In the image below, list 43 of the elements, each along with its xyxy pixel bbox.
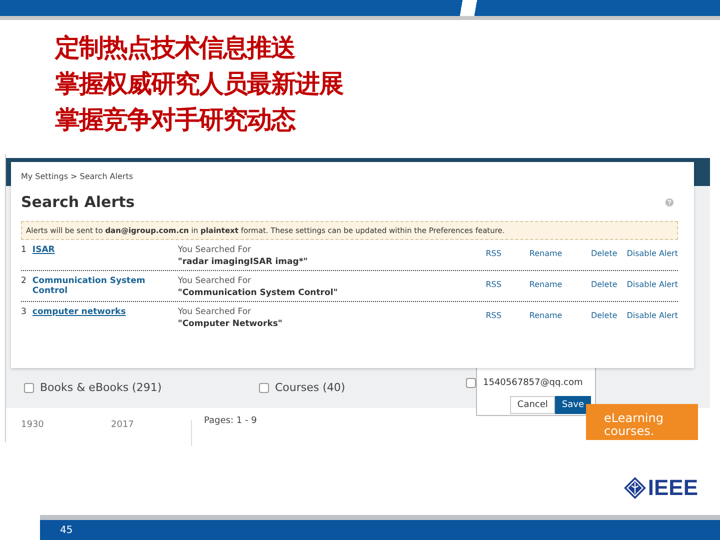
filter-label: Books & eBooks (291) [40,381,162,394]
help-icon[interactable] [665,198,674,206]
query-text: "Computer Networks" [178,319,284,329]
year-from: 1930 [21,420,45,430]
query-text: "radar imagingISAR imag*" [178,257,309,267]
delete-link[interactable]: Delete [590,280,627,289]
filter-label: Courses (40) [275,381,346,394]
slide-headline: 定制热点技术信息推送 [55,32,296,64]
rss-link[interactable]: RSS [486,311,530,320]
rename-link[interactable]: Rename [529,311,591,320]
breadcrumb: My Settings > Search Alerts [21,172,134,181]
slide-headline: 掌握竞争对手研究动态 [55,104,296,136]
delete-link[interactable]: Delete [590,249,627,258]
year-to: 2017 [111,420,192,446]
alert-name-link[interactable]: computer networks [32,307,126,317]
query-label: You Searched For [178,307,252,317]
alert-name-link[interactable]: Communication System Control [32,276,178,296]
page-number: 45 [60,524,73,536]
delete-link[interactable]: Delete [590,311,627,320]
checkbox[interactable] [259,382,269,392]
disable-alert-link[interactable]: Disable Alert [626,311,678,320]
email-address: 1540567857@qq.com [483,378,584,388]
query-label: You Searched For [178,245,252,255]
row-number: 1 [21,245,26,255]
checkbox[interactable] [466,378,476,388]
rss-link[interactable]: RSS [486,280,530,289]
dialog-title: Search Alerts [21,193,135,211]
disable-alert-link[interactable]: Disable Alert [626,280,678,289]
pages-text: Pages: 1 - 9 [203,416,257,426]
rename-link[interactable]: Rename [529,249,591,258]
slide-headline: 掌握权威研究人员最新进展 [55,68,344,100]
cancel-button[interactable]: Cancel [510,396,555,414]
ieee-logo: IEEE [0,475,720,501]
query-text: "Communication System Control" [178,288,339,298]
checkbox[interactable] [24,382,34,392]
save-button[interactable]: Save [554,396,591,414]
query-label: You Searched For [178,276,252,286]
rss-link[interactable]: RSS [486,249,530,258]
row-number: 2 [21,276,26,288]
row-number: 3 [21,307,26,317]
alert-name-link[interactable]: ISAR [32,245,55,255]
rename-link[interactable]: Rename [529,280,591,289]
disable-alert-link[interactable]: Disable Alert [626,249,678,258]
